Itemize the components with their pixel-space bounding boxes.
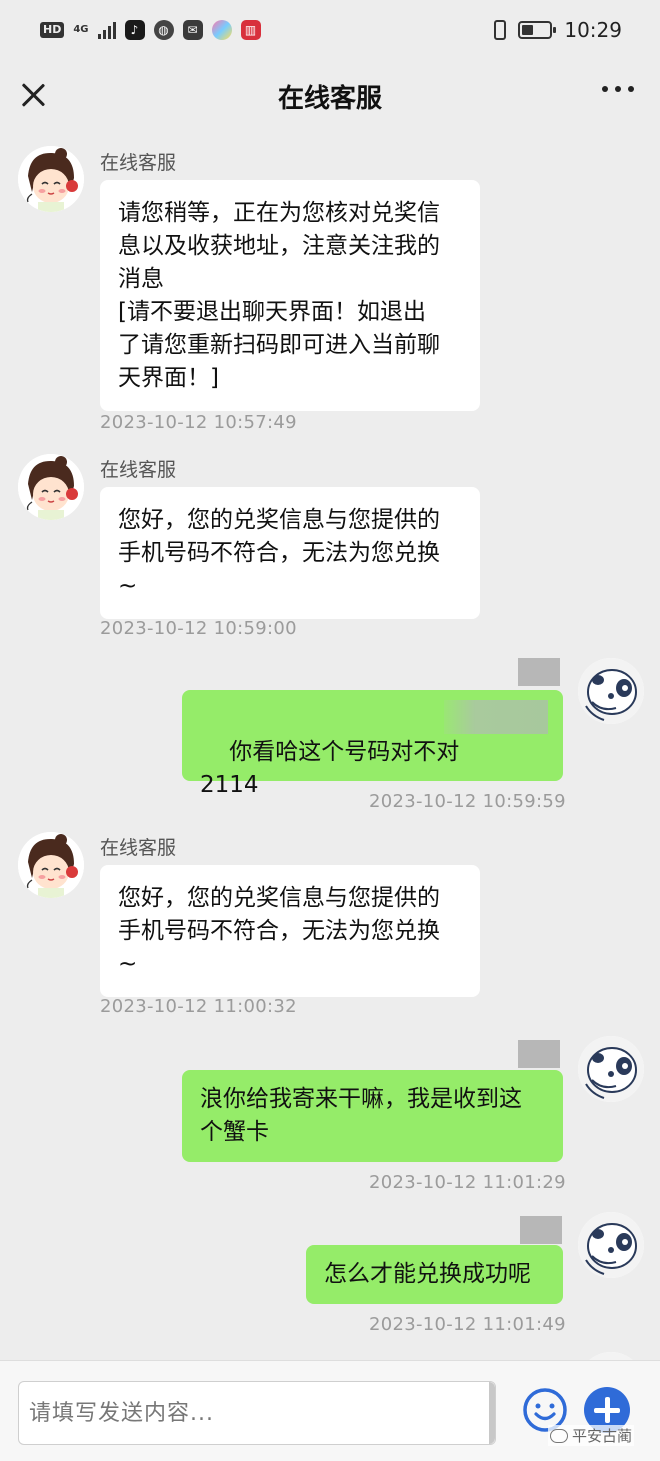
input-scrollbar[interactable] [489,1382,495,1444]
more-icon[interactable] [602,86,634,92]
sender-name: 在线客服 [100,152,177,174]
incoming-message-bubble[interactable]: 请您稍等，正在为您核对兑奖信 息以及收获地址，注意关注我的 消息 [请不要退出聊… [100,180,480,411]
vibrate-icon [494,20,507,40]
network-type: 4G [73,24,89,35]
nav-bar: 在线客服 [0,64,660,128]
globe-icon: ◍ [153,20,174,40]
user-avatar[interactable] [578,658,644,724]
message-timestamp: 2023-10-12 11:01:49 [369,1314,566,1335]
agent-avatar[interactable] [18,832,84,898]
watermark: 平安古蔺 [548,1425,635,1446]
signal-icon [97,21,116,39]
book-icon: ▥ [240,20,261,40]
message-timestamp: 2023-10-12 10:59:00 [100,618,297,639]
user-avatar[interactable] [578,1036,644,1102]
watermark-text: 平安古蔺 [572,1427,633,1445]
browser-icon [211,20,232,40]
incoming-message-bubble[interactable]: 您好，您的兑奖信息与您提供的 手机号码不符合，无法为您兑换 ~ [100,865,480,997]
status-bar-left: HD 4G ♪ ◍ ✉ ▥ [40,20,261,40]
tiktok-icon: ♪ [124,20,145,40]
sender-name: 在线客服 [100,459,177,481]
agent-avatar[interactable] [18,146,84,212]
user-avatar[interactable] [578,1352,644,1360]
message-timestamp: 2023-10-12 10:59:59 [369,791,566,812]
redacted-user-name [520,1216,562,1244]
message-timestamp: 2023-10-12 11:00:32 [100,996,297,1017]
redacted-user-name [518,658,560,686]
incoming-message-bubble[interactable]: 您好，您的兑奖信息与您提供的 手机号码不符合，无法为您兑换 ~ [100,487,480,619]
message-input[interactable] [19,1382,479,1444]
status-bar-right: 10:29 [494,18,622,42]
user-avatar[interactable] [578,1212,644,1278]
outgoing-message-bubble[interactable]: 浪你给我寄来干嘛，我是收到这 个蟹卡 [182,1070,563,1162]
message-input-box[interactable] [18,1381,496,1445]
outgoing-message-bubble[interactable]: 你看哈这个号码对不对 2114 [182,690,563,798]
redacted-phone-number [444,700,548,734]
page-title: 在线客服 [277,84,382,114]
chat-area[interactable]: 在线客服 请您稍等，正在为您核对兑奖信 息以及收获地址，注意关注我的 消息 [请… [0,128,660,1360]
message-timestamp: 2023-10-12 11:01:29 [369,1172,566,1193]
outgoing-message-bubble[interactable]: 怎么才能兑换成功呢 [306,1245,563,1304]
status-bar: HD 4G ♪ ◍ ✉ ▥ 10:29 [0,0,660,64]
agent-avatar[interactable] [18,454,84,520]
sender-name: 在线客服 [100,837,177,859]
input-bar: 平安古蔺 [0,1360,660,1461]
battery-icon [518,21,557,39]
mail-icon: ✉ [182,20,203,40]
hd-indicator: HD [40,22,65,38]
outgoing-message-text: 你看哈这个号码对不对 2114 [200,739,460,798]
wechat-icon [550,1428,568,1443]
message-timestamp: 2023-10-12 10:57:49 [100,412,297,433]
redacted-user-name [518,1040,560,1068]
clock: 10:29 [564,18,622,42]
